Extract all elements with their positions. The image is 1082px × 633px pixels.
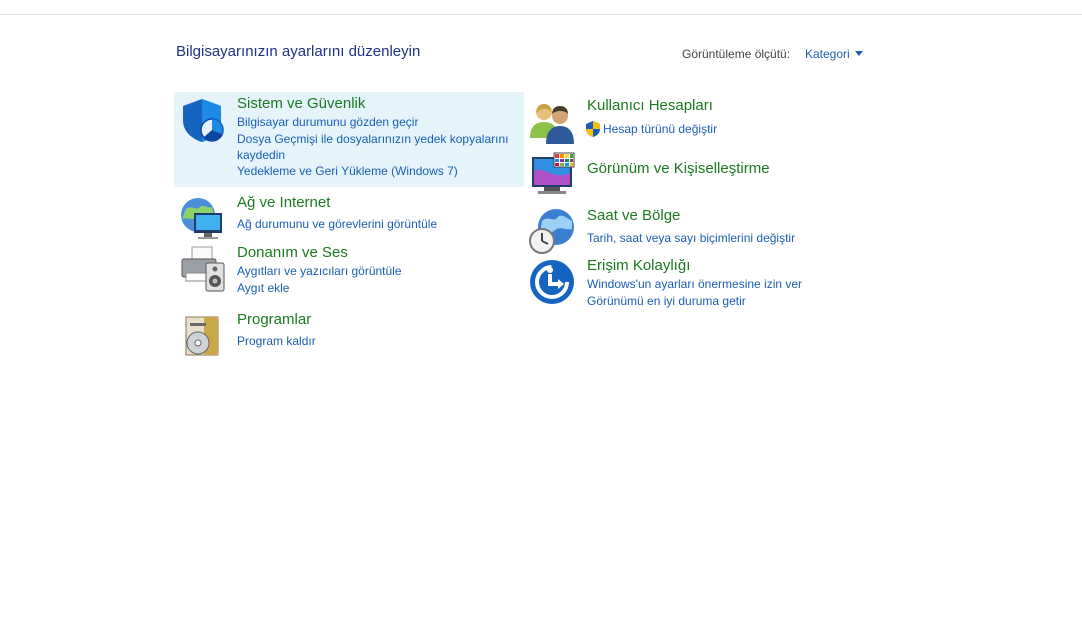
link-add-device[interactable]: Aygıt ekle [237, 281, 289, 295]
category-title[interactable]: Donanım ve Ses [237, 244, 348, 261]
category-network-internet[interactable]: Ağ ve Internet Ağ durumunu ve görevlerin… [174, 191, 524, 239]
link-optimize-display[interactable]: Görünümü en iyi duruma getir [587, 294, 746, 308]
category-system-security[interactable]: Sistem ve Güvenlik Bilgisayar durumunu g… [174, 92, 524, 187]
category-user-accounts[interactable]: Kullanıcı Hesapları Hesap türünü değişti… [524, 94, 874, 144]
category-appearance-personalization[interactable]: Görünüm ve Kişiselleştirme [524, 147, 874, 195]
security-shield-icon [183, 99, 224, 142]
network-globe-icon [181, 198, 222, 239]
monitor-palette-icon [532, 152, 575, 194]
link-date-time-formats[interactable]: Tarih, saat veya sayı biçimlerini değişt… [587, 231, 795, 245]
page-title: Bilgisayarınızın ayarlarını düzenleyin [176, 43, 421, 60]
category-title[interactable]: Saat ve Bölge [587, 207, 680, 224]
category-title[interactable]: Sistem ve Güvenlik [237, 95, 365, 112]
programs-disc-icon [185, 316, 219, 356]
uac-shield-icon [586, 121, 600, 137]
link-windows-suggest-settings[interactable]: Windows'un ayarları önermesine izin ver [587, 277, 802, 291]
category-title[interactable]: Kullanıcı Hesapları [587, 97, 713, 114]
chevron-down-icon [854, 51, 863, 56]
users-icon [530, 104, 574, 144]
category-clock-region[interactable]: Saat ve Bölge Tarih, saat veya sayı biçi… [524, 203, 874, 254]
link-backup-restore[interactable]: Yedekleme ve Geri Yükleme (Windows 7) [237, 164, 458, 178]
printer-speaker-icon [181, 246, 225, 292]
view-by-label: Görüntüleme ölçütü: [682, 47, 791, 61]
link-change-account-type[interactable]: Hesap türünü değiştir [603, 122, 717, 136]
view-by-value: Kategori [805, 47, 850, 61]
view-by-dropdown[interactable]: Kategori [805, 47, 863, 61]
globe-clock-icon [529, 209, 574, 254]
category-hardware-sound[interactable]: Donanım ve Ses Aygıtları ve yazıcıları g… [174, 241, 524, 299]
link-file-history[interactable]: Dosya Geçmişi ile dosyalarınızın yedek k… [237, 131, 512, 163]
category-title[interactable]: Erişim Kolaylığı [587, 257, 690, 274]
accessibility-icon [530, 260, 574, 304]
link-uninstall-program[interactable]: Program kaldır [237, 334, 316, 348]
link-devices-printers[interactable]: Aygıtları ve yazıcıları görüntüle [237, 264, 402, 278]
category-title[interactable]: Ağ ve Internet [237, 194, 330, 211]
category-programs[interactable]: Programlar Program kaldır [174, 307, 524, 357]
category-title[interactable]: Programlar [237, 311, 311, 328]
top-divider [0, 14, 1082, 15]
link-review-status[interactable]: Bilgisayar durumunu gözden geçir [237, 115, 418, 129]
link-network-status[interactable]: Ağ durumunu ve görevlerini görüntüle [237, 217, 437, 231]
category-ease-of-access[interactable]: Erişim Kolaylığı Windows'un ayarları öne… [524, 254, 874, 310]
category-title[interactable]: Görünüm ve Kişiselleştirme [587, 160, 770, 177]
